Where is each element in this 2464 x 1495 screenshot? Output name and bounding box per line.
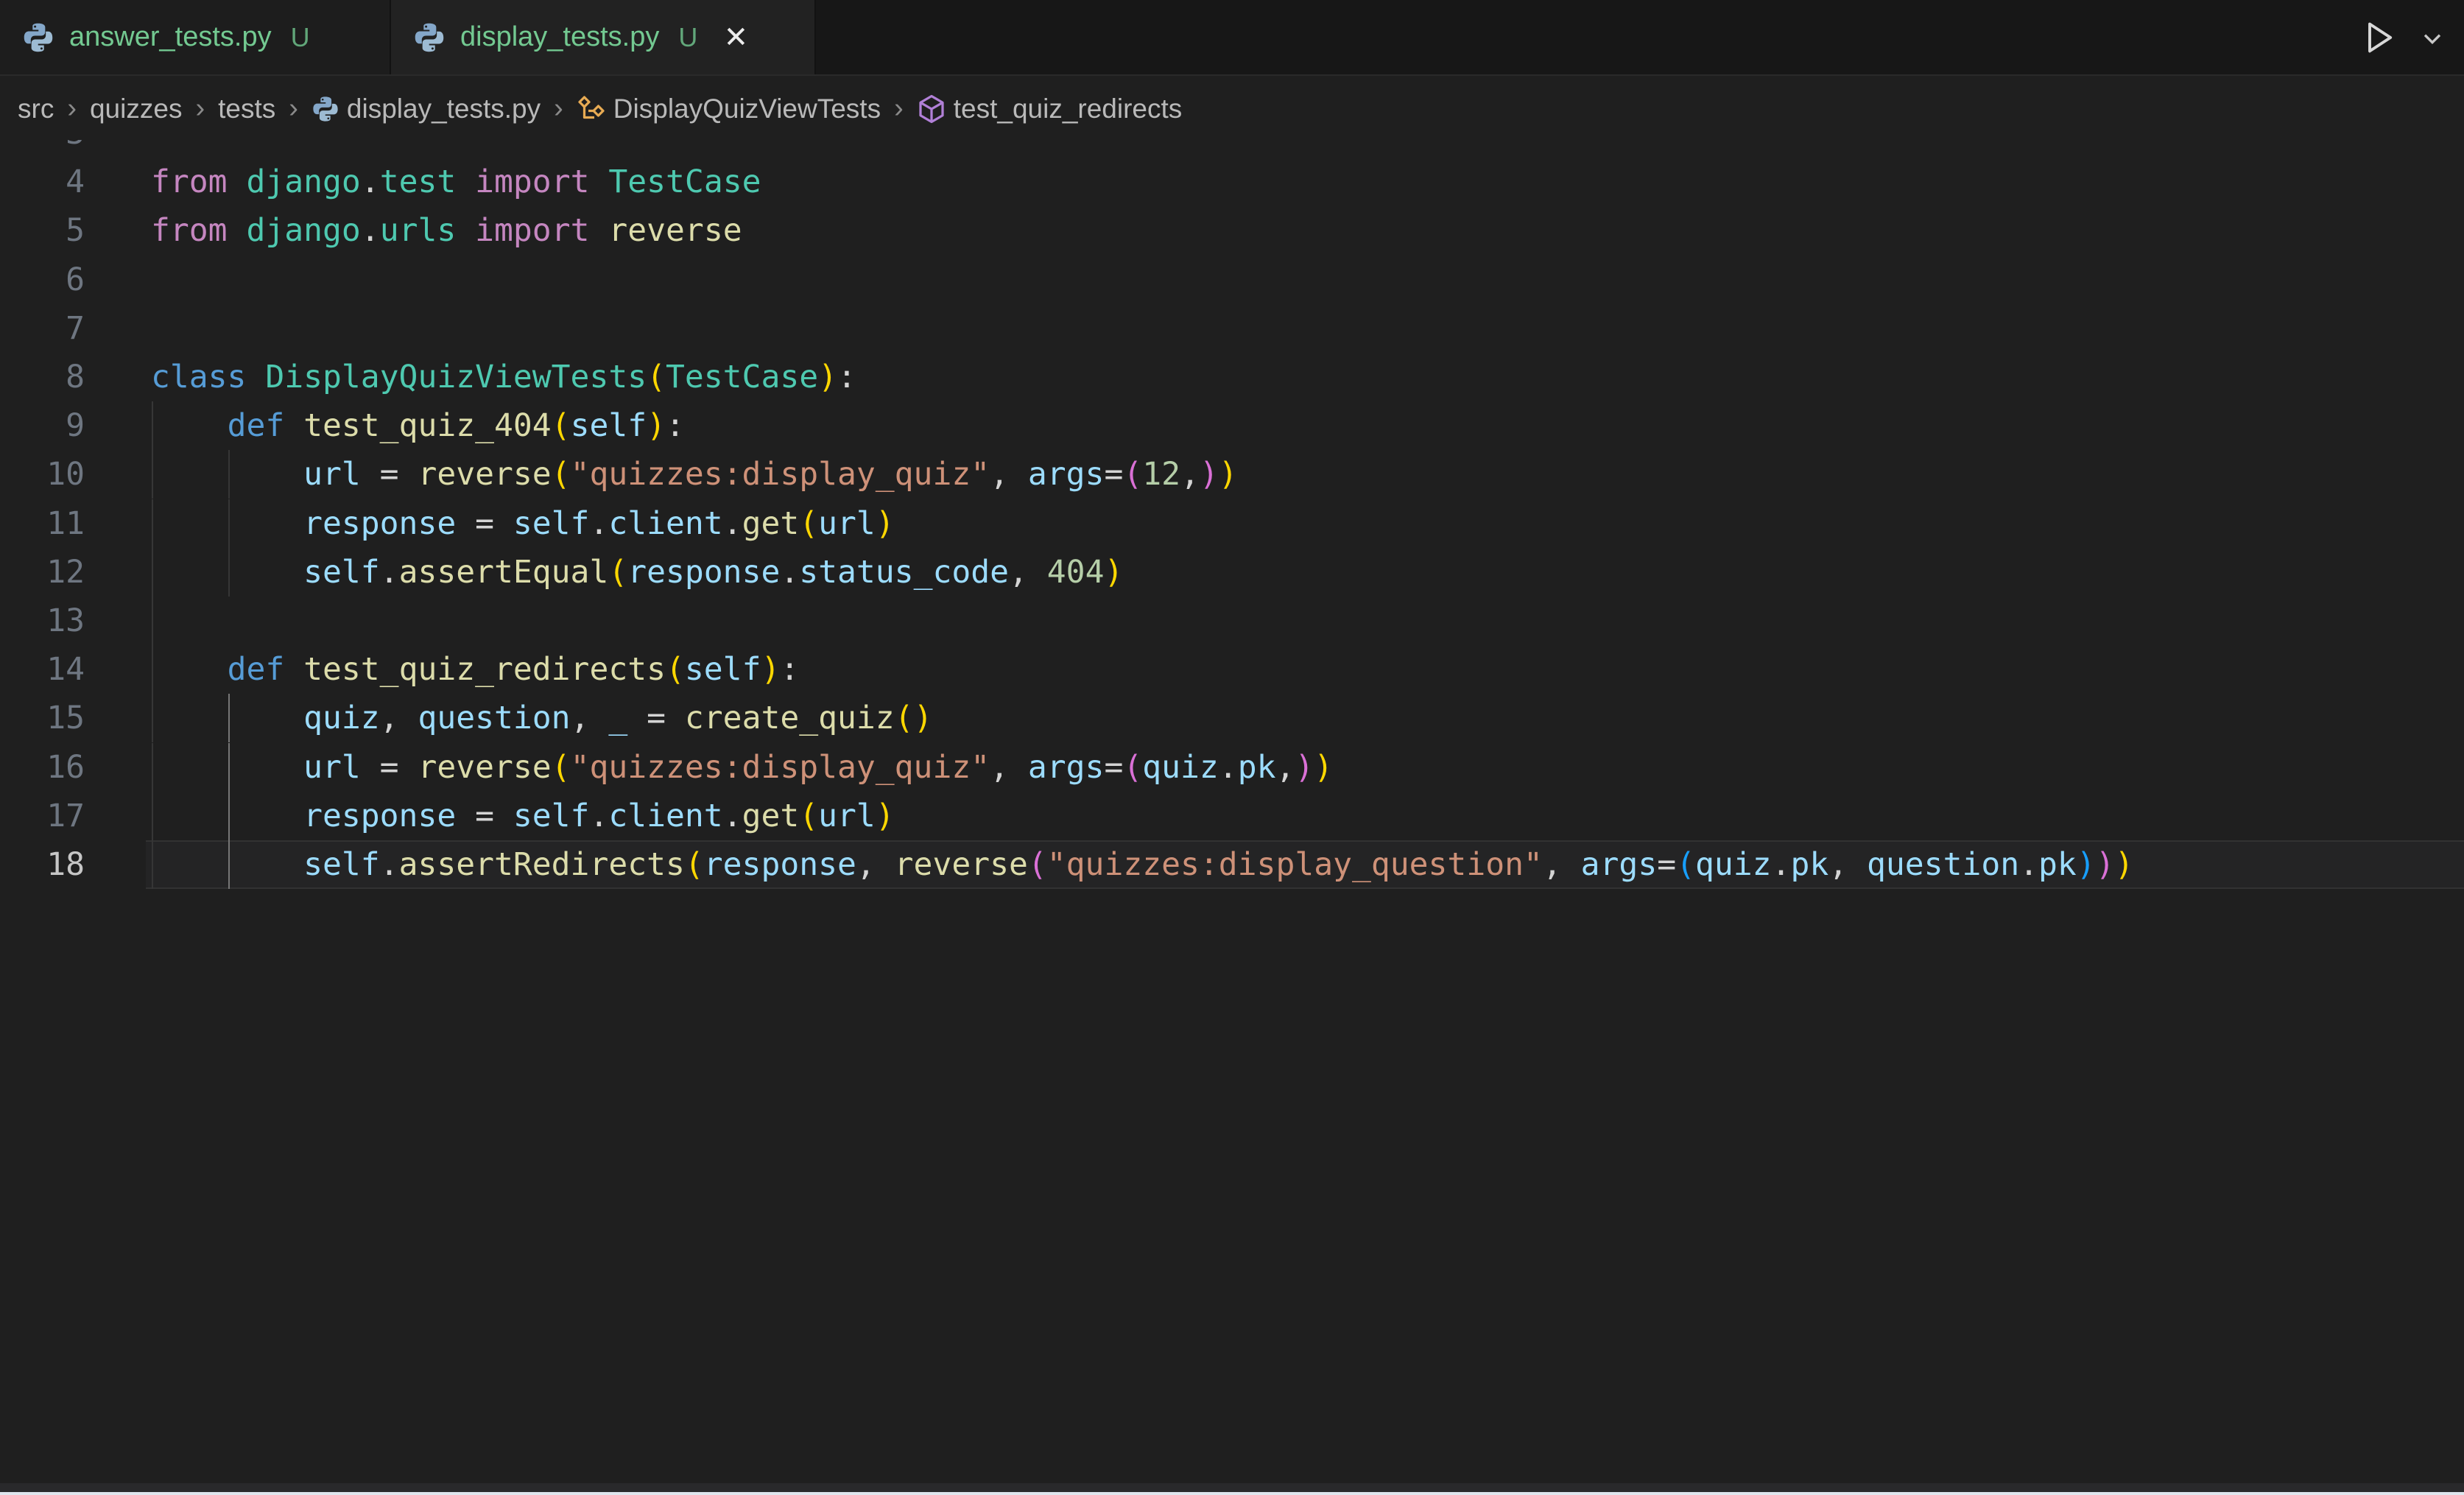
code-row-4[interactable]: 4 from django.test import TestCase [0, 158, 2464, 206]
symbol-class-icon [577, 94, 606, 124]
python-icon [311, 95, 339, 123]
code-row-15[interactable]: 15 quiz, question, _ = create_quiz() [0, 694, 2464, 742]
breadcrumb: src › quizzes › tests › display_tests.py… [0, 77, 2464, 140]
code-row-13[interactable]: 13 [0, 597, 2464, 645]
breadcrumb-item-src[interactable]: src [18, 94, 54, 124]
play-icon [2360, 18, 2398, 57]
code-row-16[interactable]: 16 url = reverse("quizzes:display_quiz",… [0, 743, 2464, 792]
code-row-3[interactable]: 3 [0, 140, 2464, 158]
line-number: 10 [0, 450, 85, 499]
horizontal-scrollbar-track[interactable] [0, 1483, 2464, 1492]
code-line-text: response = self.client.get(url) [151, 792, 895, 840]
line-number: 9 [0, 401, 85, 450]
line-number: 11 [0, 499, 85, 548]
code-row-11[interactable]: 11 response = self.client.get(url) [0, 499, 2464, 548]
line-number: 14 [0, 645, 85, 694]
code-line-text: from django.urls import reverse [151, 206, 742, 255]
breadcrumb-item-tests[interactable]: tests [218, 94, 275, 124]
code-row-17[interactable]: 17 response = self.client.get(url) [0, 792, 2464, 840]
line-number: 15 [0, 694, 85, 742]
code-row-6[interactable]: 6 [0, 256, 2464, 304]
code-row-18[interactable]: 18 self.assertRedirects(response, revers… [0, 840, 2464, 889]
line-number: 18 [0, 840, 85, 889]
code-line-text: url = reverse("quizzes:display_quiz", ar… [151, 450, 1238, 499]
breadcrumb-separator: › [195, 93, 205, 124]
run-python-file-button[interactable] [2358, 16, 2401, 59]
code-row-8[interactable]: 8 class DisplayQuizViewTests(TestCase): [0, 353, 2464, 401]
run-options-dropdown[interactable] [2411, 16, 2454, 59]
code-line-text: def test_quiz_404(self): [151, 401, 685, 450]
editor-actions [2358, 0, 2454, 74]
tab-bar: answer_tests.py U display_tests.py U ✕ [0, 0, 2464, 76]
breadcrumb-separator: › [894, 93, 904, 124]
line-number: 8 [0, 353, 85, 401]
code-line-text: quiz, question, _ = create_quiz() [151, 694, 932, 742]
tab-answer-tests[interactable]: answer_tests.py U [0, 0, 391, 74]
line-number: 17 [0, 792, 85, 840]
code-line-text: def test_quiz_redirects(self): [151, 645, 799, 694]
code-line-text: self.assertRedirects(response, reverse("… [151, 840, 2133, 889]
tab-label: display_tests.py [460, 21, 659, 53]
python-icon [22, 21, 54, 54]
code-row-12[interactable]: 12 self.assertEqual(response.status_code… [0, 548, 2464, 597]
tab-display-tests[interactable]: display_tests.py U ✕ [391, 0, 816, 74]
code-row-5[interactable]: 5 from django.urls import reverse [0, 206, 2464, 255]
line-number: 7 [0, 304, 85, 353]
breadcrumb-separator: › [554, 93, 563, 124]
python-icon [413, 21, 446, 54]
breadcrumb-separator: › [289, 93, 298, 124]
breadcrumb-item-file[interactable]: display_tests.py [311, 94, 541, 124]
code-row-9[interactable]: 9 def test_quiz_404(self): [0, 401, 2464, 450]
breadcrumb-item-method[interactable]: test_quiz_redirects [917, 94, 1183, 124]
line-number: 4 [0, 158, 85, 206]
line-number: 12 [0, 548, 85, 597]
code-line-text: response = self.client.get(url) [151, 499, 895, 548]
line-number: 3 [0, 140, 85, 158]
git-untracked-badge: U [678, 22, 697, 53]
line-number: 5 [0, 206, 85, 255]
symbol-method-icon [917, 94, 946, 124]
code-line-text: class DisplayQuizViewTests(TestCase): [151, 353, 856, 401]
close-icon[interactable]: ✕ [719, 21, 752, 54]
indent-guide [152, 597, 153, 645]
chevron-down-icon [2418, 23, 2447, 52]
code-row-10[interactable]: 10 url = reverse("quizzes:display_quiz",… [0, 450, 2464, 499]
line-number: 16 [0, 743, 85, 792]
git-untracked-badge: U [291, 22, 310, 53]
breadcrumb-item-class[interactable]: DisplayQuizViewTests [577, 94, 881, 124]
line-number: 13 [0, 597, 85, 645]
code-line-text: url = reverse("quizzes:display_quiz", ar… [151, 743, 1333, 792]
breadcrumb-separator: › [67, 93, 77, 124]
line-number: 6 [0, 256, 85, 304]
code-line-text: from django.test import TestCase [151, 158, 761, 206]
tab-label: answer_tests.py [69, 21, 272, 53]
code-editor[interactable]: 34 from django.test import TestCase 5 from … [0, 140, 2464, 1483]
code-row-14[interactable]: 14 def test_quiz_redirects(self): [0, 645, 2464, 694]
breadcrumb-item-quizzes[interactable]: quizzes [90, 94, 182, 124]
code-row-7[interactable]: 7 [0, 304, 2464, 353]
code-line-text: self.assertEqual(response.status_code, 4… [151, 548, 1123, 597]
window-bottom-edge [0, 1492, 2464, 1495]
